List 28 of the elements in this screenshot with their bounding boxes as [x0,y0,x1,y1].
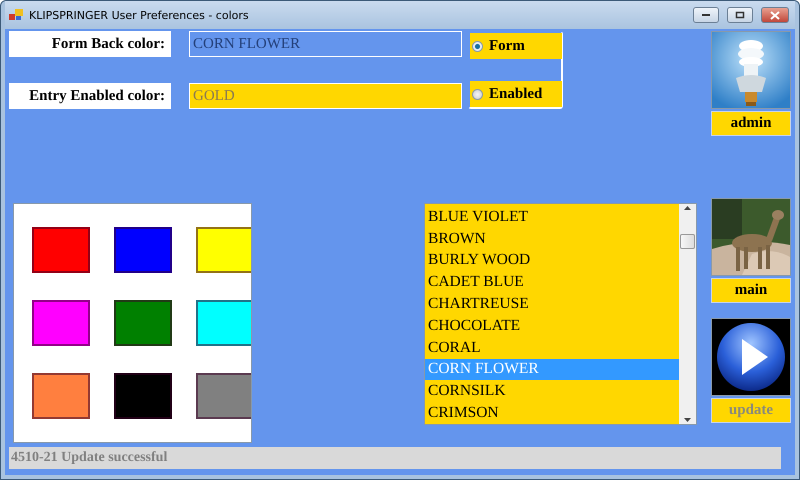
field-label: Form Back color: [9,31,171,57]
list-item[interactable]: CADET BLUE [425,271,679,294]
radio-option[interactable]: Enabled [470,81,562,107]
maximize-button[interactable] [727,7,753,23]
list-item[interactable]: CHOCOLATE [425,314,679,337]
minimize-icon [701,13,711,17]
minimize-button[interactable] [693,7,719,23]
list-item[interactable]: BROWN [425,228,679,250]
scroll-down-icon [684,418,691,422]
scroll-up-icon [684,206,691,210]
close-button[interactable] [761,7,789,23]
main-button[interactable]: main [711,278,791,303]
list-item[interactable]: CORNSILK [425,380,679,402]
maximize-icon [735,11,745,19]
list-item[interactable]: BURLY WOOD [425,250,679,272]
close-icon [770,10,780,20]
field-label: Entry Enabled color: [9,83,171,109]
scroll-bar[interactable] [679,204,696,424]
radio-option[interactable]: Form [470,33,562,59]
window-title: KLIPSPRINGER User Preferences - colors [29,8,250,22]
status-bar: 4510-21 Update successful [9,447,781,469]
list-item[interactable]: CRIMSON [425,402,679,424]
list-item[interactable]: BLUE VIOLET [425,206,679,228]
scroll-thumb[interactable] [680,234,695,249]
app-icon [9,9,23,21]
list-item[interactable]: CHARTREUSE [425,293,679,315]
list-item[interactable]: CORAL [425,336,679,359]
admin-button[interactable]: admin [711,111,791,136]
